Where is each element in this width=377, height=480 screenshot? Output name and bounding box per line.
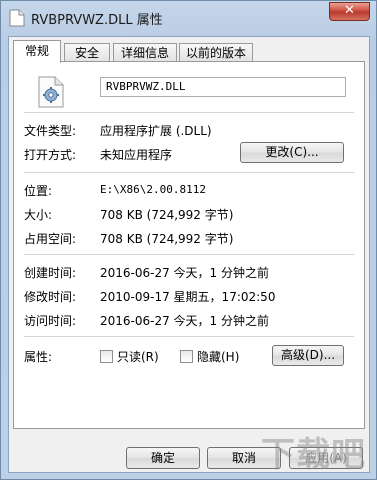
- attributes-label: 属性:: [24, 350, 53, 364]
- advanced-button[interactable]: 高级(D)...: [272, 345, 344, 366]
- hidden-checkbox[interactable]: [180, 350, 193, 363]
- separator: [24, 254, 354, 255]
- readonly-checkbox[interactable]: [100, 350, 113, 363]
- separator: [24, 112, 354, 113]
- separator: [24, 336, 354, 337]
- file-type-label: 文件类型:: [24, 124, 77, 138]
- general-panel: RVBPRVWZ.DLL 文件类型: 应用程序扩展 (.DLL) 打开方式: 未…: [13, 61, 365, 429]
- size-on-disk-value: 708 KB (724,992 字节): [100, 232, 234, 246]
- location-value: E:\X86\2.00.8112: [100, 183, 206, 196]
- tab-security[interactable]: 安全: [64, 43, 110, 62]
- hidden-label[interactable]: 隐藏(H): [197, 348, 239, 365]
- modified-label: 修改时间:: [24, 290, 77, 304]
- apply-button[interactable]: 应用(A): [289, 447, 363, 469]
- ok-button[interactable]: 确定: [126, 447, 200, 469]
- file-name-field[interactable]: RVBPRVWZ.DLL: [100, 77, 346, 97]
- size-label: 大小:: [24, 208, 53, 222]
- dll-file-icon: [38, 76, 64, 108]
- tab-previous-versions[interactable]: 以前的版本: [179, 43, 253, 62]
- title-bar[interactable]: RVBPRVWZ.DLL 属性 ✕: [1, 1, 376, 35]
- change-button[interactable]: 更改(C)...: [240, 142, 344, 163]
- properties-window: RVBPRVWZ.DLL 属性 ✕ 常规 安全 详细信息 以前的版本 RVBPR…: [0, 0, 377, 480]
- location-label: 位置:: [24, 184, 53, 198]
- file-icon: [9, 9, 25, 27]
- created-value: 2016-06-27 今天，1 分钟之前: [100, 266, 270, 280]
- readonly-label[interactable]: 只读(R): [117, 348, 159, 365]
- created-label: 创建时间:: [24, 266, 77, 280]
- dialog-client: 常规 安全 详细信息 以前的版本 RVBPRVWZ.DLL 文件类型: 应用程序…: [8, 36, 370, 473]
- close-icon: ✕: [344, 3, 355, 18]
- modified-value: 2010-09-17 星期五，17:02:50: [100, 290, 276, 304]
- size-on-disk-label: 占用空间:: [24, 232, 77, 246]
- separator: [24, 172, 354, 173]
- size-value: 708 KB (724,992 字节): [100, 208, 234, 222]
- accessed-label: 访问时间:: [24, 314, 77, 328]
- cancel-button[interactable]: 取消: [207, 447, 281, 469]
- window-title: RVBPRVWZ.DLL 属性: [31, 13, 163, 28]
- open-with-value: 未知应用程序: [100, 148, 173, 162]
- accessed-value: 2016-06-27 今天，1 分钟之前: [100, 314, 270, 328]
- tab-details[interactable]: 详细信息: [113, 43, 177, 62]
- open-with-label: 打开方式:: [24, 148, 77, 162]
- close-button[interactable]: ✕: [329, 2, 370, 21]
- file-type-value: 应用程序扩展 (.DLL): [100, 124, 212, 138]
- tab-general[interactable]: 常规: [13, 40, 61, 63]
